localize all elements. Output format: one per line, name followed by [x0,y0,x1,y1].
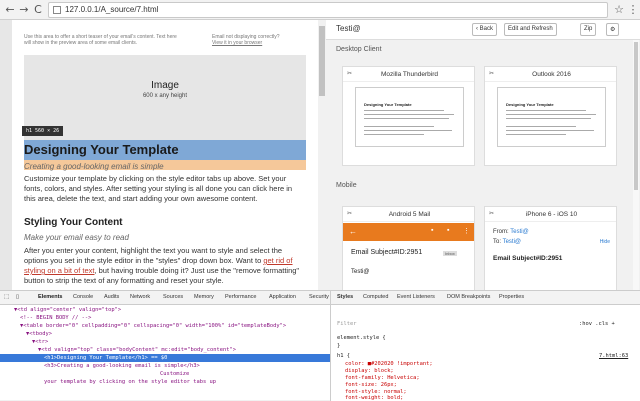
style-prop[interactable]: font-weight: bold; [345,395,403,401]
edit-refresh-button[interactable]: Edit and Refresh [504,23,557,36]
iphone-to: To: Testi@ [493,239,522,245]
image-size: 600 x any height [142,93,188,99]
left-scrollbar[interactable] [318,20,326,290]
style-prop[interactable]: display: block; [345,368,394,374]
tab-event-listeners[interactable]: Event Listeners [397,294,435,300]
h1-rule-selector: h1 { [337,353,350,359]
thumbnail: Designing Your Template [497,87,606,147]
card-iphone[interactable]: ✂ iPhone 6 - iOS 10 From: Testi@ To: Tes… [484,206,617,290]
hide-link[interactable]: Hide [600,239,610,245]
tab-network[interactable]: Network [130,294,150,300]
card-title: Mozilla Thunderbird [343,67,474,82]
address-bar[interactable]: 127.0.0.1/A_source/7.html [48,2,608,18]
mobile-header: Mobile [336,182,357,189]
email-subtitle-2: Make your email easy to read [24,233,129,242]
devtools-panel: ⬚ ▯ Elements Console Audits Network Sour… [0,290,640,401]
dom-node[interactable]: <!-- BEGIN BODY // --> [0,314,91,322]
back-icon[interactable]: ← [3,3,17,17]
dom-node[interactable]: <h1>Designing Your Template</h1> == $0 [0,354,330,362]
tab-dom-breakpoints[interactable]: DOM Breakpoints [447,294,490,300]
star-icon[interactable]: ☆ [612,3,626,17]
tab-console[interactable]: Console [73,294,93,300]
image-placeholder: Image 600 x any height [24,55,306,140]
device-icon[interactable]: ▯ [16,294,19,300]
card-title: Outlook 2016 [485,67,616,82]
dom-node[interactable]: ▼<tbody> [0,330,52,338]
email-body: Use this area to offer a short teaser of… [12,20,318,290]
email-preview-pane: Use this area to offer a short teaser of… [0,20,326,290]
testi-toolbar: Testi@ ‹ Back Edit and Refresh Zip ⚙ [326,20,640,40]
right-scrollbar[interactable] [633,40,639,290]
card-title: Android 5 Mail [343,207,474,222]
email-paragraph-2: After you enter your content, highlight … [24,246,300,285]
card-title: iPhone 6 - iOS 10 [485,207,616,222]
back-arrow-icon[interactable]: ← [349,227,357,236]
card-outlook[interactable]: ✂ Outlook 2016 Designing Your Template [484,66,617,166]
inbox-badge: Inbox [443,251,457,256]
email-subtitle: Creating a good-looking email is simple [24,162,164,171]
tab-application[interactable]: Application [269,294,296,300]
devtools-tabs: ⬚ ▯ Elements Console Audits Network Sour… [0,291,330,305]
filter-input[interactable]: Filter [337,321,356,327]
url-text: 127.0.0.1/A_source/7.html [65,5,159,14]
hov-cls-controls[interactable]: :hov .cls + [579,321,615,327]
style-prop[interactable]: font-family: Helvetica; [345,375,420,381]
android-from: Testi@ [351,269,370,275]
tab-elements[interactable]: Elements [38,294,62,300]
tab-memory[interactable]: Memory [194,294,214,300]
tab-sources[interactable]: Sources [163,294,183,300]
styles-pane: Styles Computed Event Listeners DOM Brea… [330,291,640,401]
tab-security[interactable]: Security [309,294,329,300]
image-title: Image [151,80,179,91]
testi-logo: Testi@ [336,24,361,33]
inspect-icon[interactable]: ⬚ [4,294,9,300]
forward-icon[interactable]: → [17,3,31,17]
dom-node[interactable]: ▼<tr> [0,338,48,346]
delete-icon[interactable]: ▪ [447,227,449,234]
android-app-bar: ← ▪ ▪ ⋮ [343,223,474,241]
card-android[interactable]: ✂ Android 5 Mail ← ▪ ▪ ⋮ Email Subject#I… [342,206,475,290]
dom-node[interactable]: ▼<td valign="top" class="bodyContent" mc… [0,346,236,354]
view-in-browser-link[interactable]: View it in your browser [212,40,312,46]
tab-properties[interactable]: Properties [499,294,524,300]
dom-node[interactable]: your template by clicking on the style e… [0,378,216,386]
card-thunderbird[interactable]: ✂ Mozilla Thunderbird Designing Your Tem… [342,66,475,166]
thumbnail: Designing Your Template [355,87,464,147]
menu-icon[interactable]: ⋮ [626,3,640,17]
archive-icon[interactable]: ▪ [431,227,433,234]
tab-computed[interactable]: Computed [363,294,388,300]
page-icon [53,6,61,14]
element-style-close: } [337,343,341,349]
browser-toolbar: ← → C 127.0.0.1/A_source/7.html ☆ ⋮ [0,0,640,20]
email-paragraph-1: Customize your template by clicking on t… [24,174,293,203]
rule-source-link[interactable]: 7.html:63 [599,353,628,359]
zip-button[interactable]: Zip [580,23,597,36]
tab-audits[interactable]: Audits [104,294,119,300]
tab-performance[interactable]: Performance [225,294,257,300]
testi-pane: Testi@ ‹ Back Edit and Refresh Zip ⚙ Des… [326,20,640,290]
style-prop[interactable]: font-size: 26px; [345,382,397,388]
back-button[interactable]: ‹ Back [472,23,498,36]
dom-node[interactable]: ▼<table border="0" cellpadding="0" cells… [0,322,286,330]
styles-tabs: Styles Computed Event Listeners DOM Brea… [331,291,640,305]
dom-tree[interactable]: ▼<td align="center" valign="top"> <!-- BE… [0,306,330,401]
preheader-text: Use this area to offer a short teaser of… [24,34,177,46]
dom-node[interactable]: <h3>Creating a good-looking email is sim… [0,362,200,370]
email-subheading: Styling Your Content [24,217,123,228]
desktop-client-header: Desktop Client [336,46,382,53]
dom-node[interactable]: Customize [0,370,189,378]
more-icon[interactable]: ⋮ [463,227,470,235]
tab-styles[interactable]: Styles [337,294,353,300]
reload-icon[interactable]: C [31,3,45,17]
settings-icon[interactable]: ⚙ [606,23,620,36]
dom-node[interactable]: ▼<td align="center" valign="top"> [0,306,121,314]
email-heading: Designing Your Template [24,142,179,157]
element-style-rule: element.style { [337,335,386,341]
inspect-tooltip: h1 560 × 26 [22,126,64,136]
android-subject: Email Subject#ID:2951 [351,249,423,256]
iphone-subject: Email Subject#ID:2951 [493,255,563,262]
style-prop[interactable]: color: ■#202020 !important; [345,361,433,367]
iphone-from: From: Testi@ [493,229,529,235]
preheader-right: Email not displaying correctly? View it … [212,34,312,46]
